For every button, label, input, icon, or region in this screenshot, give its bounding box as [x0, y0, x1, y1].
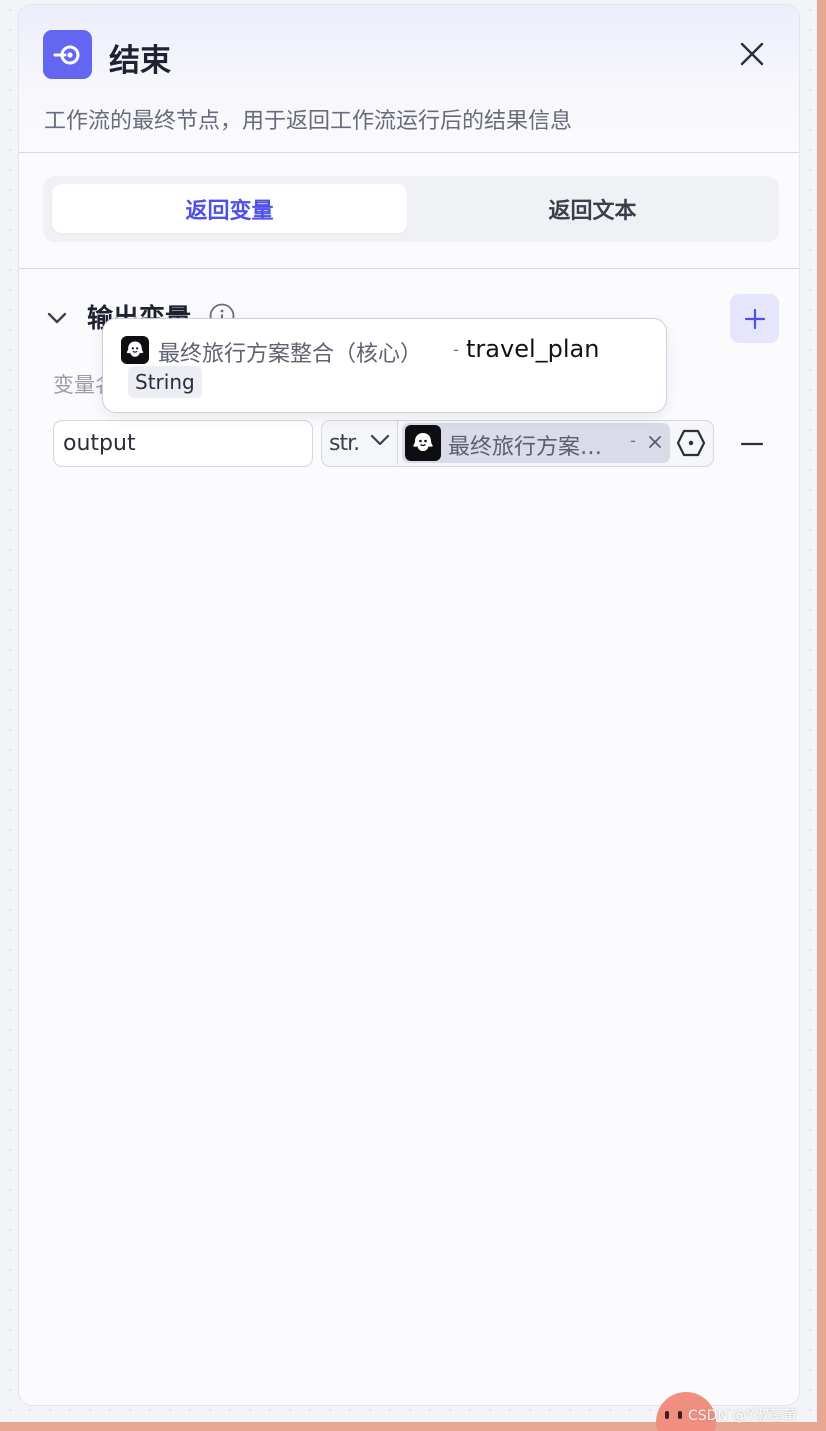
panel-header: 结束 工作流的最终节点，用于返回工作流运行后的结果信息 — [19, 5, 799, 153]
chevron-down-icon — [370, 434, 390, 446]
end-node-panel: 结束 工作流的最终节点，用于返回工作流运行后的结果信息 返回变量 返回文本 输出… — [18, 4, 800, 1406]
close-icon — [740, 42, 764, 66]
node-avatar-icon — [121, 336, 149, 364]
variable-picker-button[interactable] — [675, 428, 707, 458]
remove-row-button[interactable] — [739, 431, 765, 457]
remove-reference-button[interactable] — [646, 433, 664, 451]
watermark: CSDN @Y淑蓬莆 — [688, 1408, 797, 1424]
close-icon — [649, 436, 661, 448]
chevron-down-icon — [47, 312, 67, 324]
collapse-toggle[interactable] — [45, 306, 69, 330]
add-variable-button[interactable] — [730, 294, 779, 343]
type-select-value: str. — [329, 430, 360, 456]
return-mode-tabs: 返回变量 返回文本 — [43, 176, 779, 242]
canvas-edge-right — [817, 0, 826, 1431]
tab-return-text[interactable]: 返回文本 — [415, 184, 770, 233]
tooltip-node-name: 最终旅行方案整合（核心） — [158, 342, 423, 367]
tooltip-separator: - — [453, 340, 459, 359]
tooltip-type-badge: String — [128, 366, 202, 398]
minus-icon — [741, 442, 763, 446]
node-avatar-icon — [405, 425, 441, 461]
end-node-icon — [43, 30, 92, 79]
reference-node-name: 最终旅行方案… — [448, 435, 603, 460]
tab-return-variables[interactable]: 返回变量 — [52, 184, 407, 233]
reference-separator: - — [630, 431, 636, 450]
reference-tooltip: 最终旅行方案整合（核心） - travel_plan String — [102, 318, 667, 413]
plus-icon — [744, 308, 765, 329]
panel-title: 结束 — [109, 43, 171, 79]
variable-reference-chip[interactable]: 最终旅行方案… - — [402, 423, 670, 463]
type-select[interactable]: str. — [322, 421, 398, 465]
variable-name-input[interactable] — [53, 420, 313, 467]
tabs-area: 返回变量 返回文本 — [19, 153, 799, 269]
variable-icon — [676, 429, 706, 457]
close-button[interactable] — [735, 37, 769, 71]
tooltip-variable-name: travel_plan — [466, 335, 600, 363]
variable-value-group: str. 最终旅行方案… - — [321, 420, 714, 467]
panel-description: 工作流的最终节点，用于返回工作流运行后的结果信息 — [44, 109, 573, 134]
output-variables-section: 输出变量 变量名 str. — [19, 269, 799, 569]
